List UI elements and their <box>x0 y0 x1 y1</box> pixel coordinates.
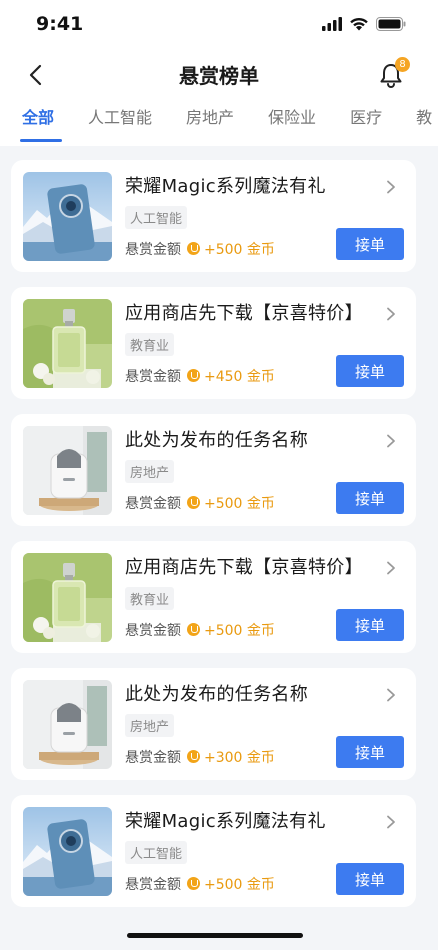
chevron-right-icon[interactable] <box>384 307 398 321</box>
task-card[interactable]: 此处为发布的任务名称 房地产悬赏金额 +500 金币 接单 <box>11 414 416 526</box>
reward-row: 悬赏金额 +500 金币 <box>125 620 275 640</box>
task-category-tag: 教育业 <box>125 586 175 610</box>
chevron-left-icon <box>29 64 42 86</box>
task-title: 荣耀Magic系列魔法有礼 <box>125 175 326 197</box>
reward-label: 悬赏金额 <box>125 241 181 258</box>
tab-2[interactable]: 房地产 <box>186 100 234 142</box>
home-indicator <box>127 933 303 938</box>
task-title: 此处为发布的任务名称 <box>125 683 308 705</box>
notification-button[interactable]: 8 <box>376 57 410 90</box>
reward-row: 悬赏金额 +450 金币 <box>125 366 275 386</box>
status-icons <box>322 17 406 31</box>
reward-label: 悬赏金额 <box>125 749 181 766</box>
reward-row: 悬赏金额 +500 金币 <box>125 239 275 259</box>
coin-icon <box>187 496 200 509</box>
task-thumbnail <box>23 425 112 515</box>
task-card[interactable]: 荣耀Magic系列魔法有礼 人工智能悬赏金额 +500 金币 接单 <box>11 795 416 907</box>
signal-icon <box>322 17 342 31</box>
task-title: 此处为发布的任务名称 <box>125 429 308 451</box>
reward-amount: +500 金币 <box>204 241 275 258</box>
status-time: 9:41 <box>36 13 84 35</box>
coin-icon <box>187 623 200 636</box>
reward-amount: +500 金币 <box>204 495 275 512</box>
task-category-tag: 人工智能 <box>125 205 188 229</box>
task-thumbnail <box>23 679 112 769</box>
tab-1[interactable]: 人工智能 <box>88 100 152 142</box>
accept-task-button[interactable]: 接单 <box>336 228 404 260</box>
accept-task-button[interactable]: 接单 <box>336 736 404 768</box>
reward-amount: +450 金币 <box>204 368 275 385</box>
task-category-tag: 房地产 <box>125 713 175 737</box>
task-card[interactable]: 荣耀Magic系列魔法有礼 人工智能悬赏金额 +500 金币 接单 <box>11 160 416 272</box>
task-title: 应用商店先下载【京喜特价】 <box>125 302 363 324</box>
accept-task-button[interactable]: 接单 <box>336 609 404 641</box>
task-card[interactable]: 应用商店先下载【京喜特价】 教育业悬赏金额 +500 金币 接单 <box>11 541 416 653</box>
accept-task-button[interactable]: 接单 <box>336 482 404 514</box>
accept-task-button[interactable]: 接单 <box>336 863 404 895</box>
task-category-tag: 教育业 <box>125 332 175 356</box>
coin-icon <box>187 877 200 890</box>
reward-label: 悬赏金额 <box>125 622 181 639</box>
chevron-right-icon[interactable] <box>384 561 398 575</box>
back-button[interactable] <box>20 60 50 90</box>
reward-label: 悬赏金额 <box>125 876 181 893</box>
reward-amount: +500 金币 <box>204 876 275 893</box>
task-category-tag: 房地产 <box>125 459 175 483</box>
page-title: 悬赏榜单 <box>179 63 259 88</box>
task-card[interactable]: 此处为发布的任务名称 房地产悬赏金额 +300 金币 接单 <box>11 668 416 780</box>
task-card[interactable]: 应用商店先下载【京喜特价】 教育业悬赏金额 +450 金币 接单 <box>11 287 416 399</box>
chevron-right-icon[interactable] <box>384 688 398 702</box>
tab-4[interactable]: 医疗 <box>350 100 382 142</box>
tab-0[interactable]: 全部 <box>19 100 63 142</box>
coin-icon <box>187 242 200 255</box>
task-category-tag: 人工智能 <box>125 840 188 864</box>
coin-icon <box>187 750 200 763</box>
reward-amount: +500 金币 <box>204 622 275 639</box>
tab-3[interactable]: 保险业 <box>268 100 316 142</box>
reward-label: 悬赏金额 <box>125 495 181 512</box>
reward-row: 悬赏金额 +300 金币 <box>125 747 275 767</box>
battery-icon <box>376 17 406 31</box>
task-thumbnail <box>23 171 112 261</box>
wifi-icon <box>350 17 368 31</box>
chevron-right-icon[interactable] <box>384 180 398 194</box>
notification-badge: 8 <box>395 57 410 72</box>
status-bar: 9:41 <box>0 0 438 48</box>
task-list: 荣耀Magic系列魔法有礼 人工智能 悬赏金额 +500 金币 接单 应用商店先下载【京喜… <box>0 146 438 907</box>
reward-amount: +300 金币 <box>204 749 275 766</box>
category-tabs: 全部 人工智能 房地产 保险业 医疗教 <box>0 100 438 146</box>
task-title: 应用商店先下载【京喜特价】 <box>125 556 363 578</box>
task-thumbnail <box>23 552 112 642</box>
reward-row: 悬赏金额 +500 金币 <box>125 493 275 513</box>
tab-5[interactable]: 教 <box>416 100 432 142</box>
chevron-right-icon[interactable] <box>384 434 398 448</box>
chevron-right-icon[interactable] <box>384 815 398 829</box>
coin-icon <box>187 369 200 382</box>
task-title: 荣耀Magic系列魔法有礼 <box>125 810 326 832</box>
accept-task-button[interactable]: 接单 <box>336 355 404 387</box>
reward-row: 悬赏金额 +500 金币 <box>125 874 275 894</box>
task-thumbnail <box>23 298 112 388</box>
task-thumbnail <box>23 806 112 896</box>
nav-bar: 悬赏榜单 8 <box>0 48 438 100</box>
reward-label: 悬赏金额 <box>125 368 181 385</box>
